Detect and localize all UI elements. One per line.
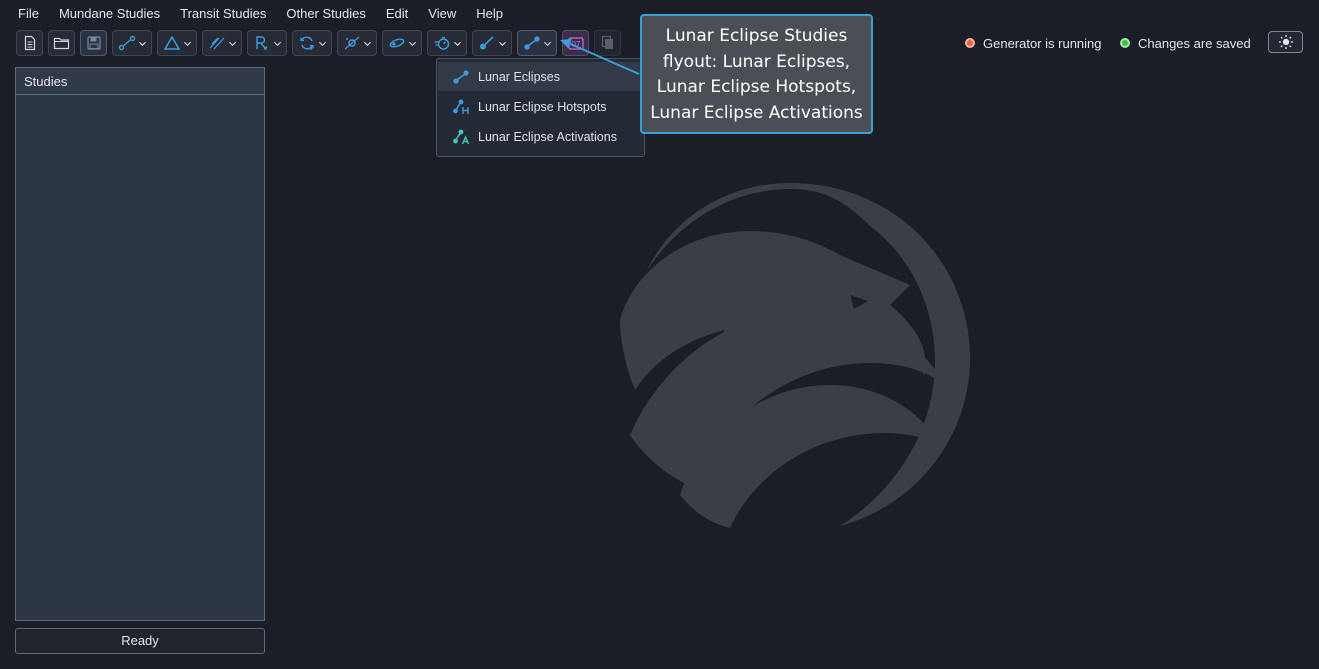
callout-line: Lunar Eclipse Activations <box>650 102 863 123</box>
callout-annotation: Lunar Eclipse Studies flyout: Lunar Ecli… <box>640 14 873 134</box>
callout-line: flyout: Lunar Eclipses, <box>662 51 851 72</box>
callout-line: Lunar Eclipse Hotspots, <box>656 77 857 97</box>
callout-line: Lunar Eclipse Studies <box>665 26 848 46</box>
